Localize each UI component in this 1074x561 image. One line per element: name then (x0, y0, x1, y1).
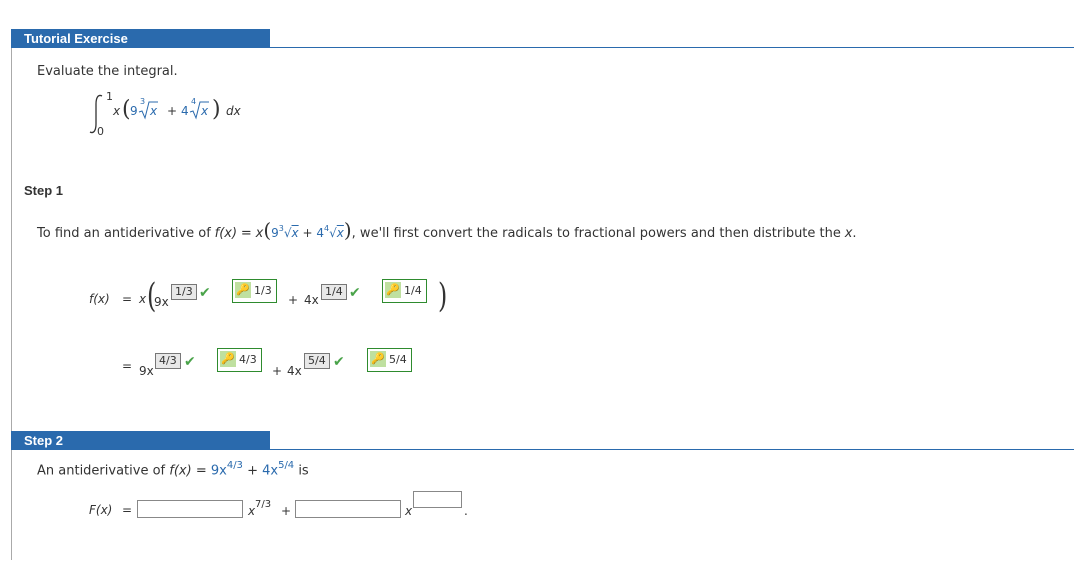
close-paren: ) (212, 97, 221, 122)
intro-plus: + (302, 226, 313, 240)
answer-key-button[interactable]: 🔑 1/3 (232, 279, 277, 303)
key-icon: 🔑 (370, 351, 386, 367)
antiderivative-eq: = (122, 503, 133, 517)
integral-lower: 0 (97, 125, 104, 138)
step2-t2: 4x (262, 463, 279, 479)
intro-open-paren: ( (263, 218, 272, 242)
step2-is: is (298, 463, 309, 479)
intro-fx: f(x) (214, 226, 238, 241)
antiderivative-x1-exp: 7/3 (255, 499, 272, 510)
step2-label: Step 2 (24, 433, 64, 448)
step2-fx: f(x) (169, 463, 192, 479)
row1: f(x) = x ( 9x 1/3 ✔ 🔑 1/3 + 4x 1/4 ✔ 🔑 1/4… (89, 276, 469, 326)
row1-term1-exp: 1/3 (171, 284, 197, 300)
row1-x: x (139, 292, 147, 306)
step2-t1: 9x (210, 463, 227, 479)
tutorial-header: Tutorial Exercise (11, 29, 270, 48)
header-rule (270, 47, 1074, 48)
check-icon: ✔ (184, 354, 196, 370)
check-icon: ✔ (333, 354, 345, 370)
step1-intro: To find an antiderivative of f(x) = x(93… (37, 218, 857, 242)
row1-eq: = (122, 292, 133, 306)
step2-sentence: An antiderivative of f(x) = 9x4/3 + 4x5/… (37, 460, 309, 479)
row2-term2-base: 4x (287, 364, 302, 378)
step2-t2-exp: 5/4 (278, 460, 295, 471)
row2-term1-exp: 4/3 (155, 353, 181, 369)
row2-term2-exp: 5/4 (304, 353, 330, 369)
row1-lhs: f(x) (89, 292, 110, 306)
intro-four: 4 (316, 226, 324, 240)
step2-t1-exp: 4/3 (226, 460, 243, 471)
integral-upper: 1 (106, 90, 113, 103)
key-icon: 🔑 (220, 351, 236, 367)
step2-plus: + (247, 463, 258, 479)
antiderivative-plus: + (281, 504, 292, 518)
antiderivative-period: . (464, 504, 468, 518)
cube-root-radicand: x (150, 104, 158, 118)
answer-key-button[interactable]: 🔑 5/4 (367, 348, 412, 372)
row2-eq: = (122, 359, 133, 373)
integrand-x: x (113, 104, 121, 118)
coefficient-input-2[interactable] (295, 500, 401, 518)
step2-sentence-start: An antiderivative of (37, 463, 166, 479)
row2: = 9x 4/3 ✔ 🔑 4/3 + 4x 5/4 ✔ 🔑 5/4 (89, 348, 429, 382)
answer-key-button[interactable]: 🔑 4/3 (217, 348, 262, 372)
antiderivative-x2: x (405, 504, 413, 518)
answer-key-button[interactable]: 🔑 1/4 (382, 279, 427, 303)
coefficient-input-1[interactable] (137, 500, 243, 518)
fourth-root-radicand: x (201, 104, 209, 118)
step2-rule (270, 449, 1074, 450)
intro-nine: 9 (271, 226, 279, 240)
row2-term1-key: 4/3 (239, 353, 257, 366)
intro-radicand-2: x (336, 226, 344, 240)
row2-term1-base: 9x (139, 364, 154, 378)
row1-term2-key: 1/4 (404, 284, 422, 297)
differential: dx (226, 104, 241, 118)
step1-label: Step 1 (24, 183, 64, 198)
row1-term1-base: 9x (154, 295, 169, 309)
exponent-input[interactable] (413, 491, 462, 508)
step2-eq: = (195, 463, 207, 479)
coef-nine: 9 (130, 104, 138, 118)
key-icon: 🔑 (235, 282, 251, 298)
step2-header: Step 2 (11, 431, 270, 450)
row2-term2-key: 5/4 (389, 353, 407, 366)
intro-radical-icon: √ (283, 226, 292, 240)
row2-plus: + (272, 364, 283, 378)
intro-period: . (852, 226, 857, 241)
check-icon: ✔ (199, 285, 211, 301)
left-border (11, 48, 12, 560)
row1-plus: + (288, 293, 299, 307)
coef-four: 4 (181, 104, 189, 118)
row1-term1-key: 1/3 (254, 284, 272, 297)
check-icon: ✔ (349, 285, 361, 301)
antiderivative-lhs: F(x) (89, 503, 113, 517)
intro-eq: = (240, 226, 252, 241)
integral-expression: 1 0 x ( 9 3 x + 4 4 x ) dx (88, 90, 248, 138)
row1-close-paren: ) (437, 276, 448, 316)
intro-radicand-1: x (291, 226, 299, 240)
integrand-plus: + (167, 104, 178, 118)
key-icon: 🔑 (385, 282, 401, 298)
row1-term2-exp: 1/4 (321, 284, 347, 300)
row1-term2-base: 4x (304, 293, 319, 307)
intro-text-after: , we'll first convert the radicals to fr… (351, 226, 841, 241)
tutorial-title: Tutorial Exercise (24, 31, 128, 46)
antiderivative-row: F(x) = x 7/3 + x . (89, 490, 489, 524)
intro-text-before: To find an antiderivative of (37, 226, 211, 241)
intro-close-paren: ) (343, 218, 352, 242)
instruction: Evaluate the integral. (37, 64, 178, 79)
intro-radical-icon-2: √ (329, 226, 337, 240)
